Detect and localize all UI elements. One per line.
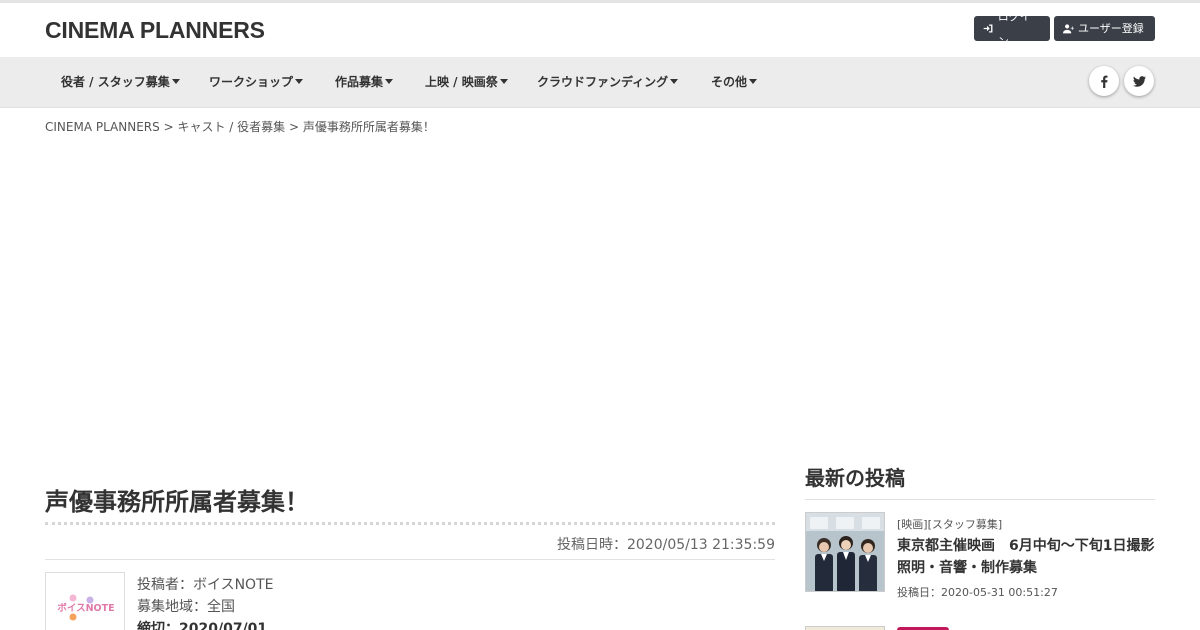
main-nav: 役者 / スタッフ募集 ワークショップ 作品募集 上映 / 映画祭 クラウドファ… [0, 57, 1200, 108]
user-plus-icon [1063, 24, 1074, 34]
post-deadline: 締切：2020/07/01 [137, 621, 268, 630]
thumb-text: ボイスNOTE [57, 602, 114, 614]
twitter-icon [1132, 75, 1146, 87]
login-button[interactable]: ログイン [974, 10, 1050, 48]
post-date: 投稿日時：2020/05/13 21:35:59 [556, 537, 775, 553]
sidebar-divider [805, 499, 1155, 500]
post-author: 投稿者：ボイスNOTE [137, 577, 274, 593]
caret-down-icon [499, 79, 508, 84]
students-photo [806, 513, 884, 591]
latest-post-category: [映画][スタッフ募集] [897, 518, 1003, 531]
breadcrumb-category[interactable]: キャスト / 役者募集 [177, 120, 285, 134]
breadcrumb-separator: > [285, 120, 303, 134]
caret-down-icon [295, 79, 304, 84]
sign-in-icon [983, 24, 993, 33]
twitter-button[interactable] [1124, 66, 1154, 96]
nav-label: 上映 / 映画祭 [425, 75, 498, 89]
nav-label: その他 [711, 75, 748, 89]
facebook-button[interactable] [1089, 66, 1119, 96]
title-divider [45, 522, 775, 525]
divider [45, 559, 775, 560]
login-label: ログイン [997, 9, 1031, 48]
caret-down-icon [385, 79, 394, 84]
nav-label: 役者 / スタッフ募集 [61, 75, 170, 89]
nav-item-casting[interactable]: 役者 / スタッフ募集 [61, 57, 180, 108]
latest-post-thumbnail[interactable] [805, 512, 885, 592]
site-header: CINEMA PLANNERS ログイン ユーザー登録 [0, 3, 1200, 57]
nav-item-works[interactable]: 作品募集 [335, 57, 394, 108]
nav-item-other[interactable]: その他 [711, 57, 758, 108]
latest-post-date: 投稿日：2020-05-31 00:51:27 [897, 586, 1058, 599]
site-logo[interactable]: CINEMA PLANNERS [45, 17, 265, 44]
nav-item-crowdfunding[interactable]: クラウドファンディング [537, 57, 679, 108]
breadcrumb-separator: > [159, 120, 178, 134]
nav-label: 作品募集 [335, 75, 384, 89]
latest-post-thumbnail[interactable] [805, 626, 885, 630]
sidebar-heading: 最新の投稿 [805, 466, 905, 490]
caret-down-icon [749, 79, 758, 84]
post-region: 募集地域：全国 [137, 599, 235, 615]
nav-label: クラウドファンディング [537, 75, 669, 89]
post-thumbnail[interactable]: ボイスNOTE [45, 572, 125, 630]
facebook-icon [1100, 75, 1108, 88]
nav-item-screening[interactable]: 上映 / 映画祭 [425, 57, 508, 108]
voice-note-logo: ボイスNOTE [57, 594, 115, 621]
breadcrumb-home[interactable]: CINEMA PLANNERS [45, 120, 160, 134]
breadcrumb-current: 声優事務所所属者募集！ [302, 120, 435, 134]
nav-item-workshop[interactable]: ワークショップ [209, 57, 304, 108]
nav-label: ワークショップ [209, 75, 294, 89]
breadcrumb: CINEMA PLANNERS > キャスト / 役者募集 > 声優事務所所属者… [45, 118, 435, 135]
caret-down-icon [171, 79, 180, 84]
register-label: ユーザー登録 [1078, 22, 1144, 35]
page-title: 声優事務所所属者募集！ [45, 488, 309, 516]
caret-down-icon [670, 79, 679, 84]
register-button[interactable]: ユーザー登録 [1054, 16, 1155, 41]
latest-post-title[interactable]: 東京都主催映画 6月中旬～下旬1日撮影 照明・音響・制作募集 [897, 535, 1168, 579]
